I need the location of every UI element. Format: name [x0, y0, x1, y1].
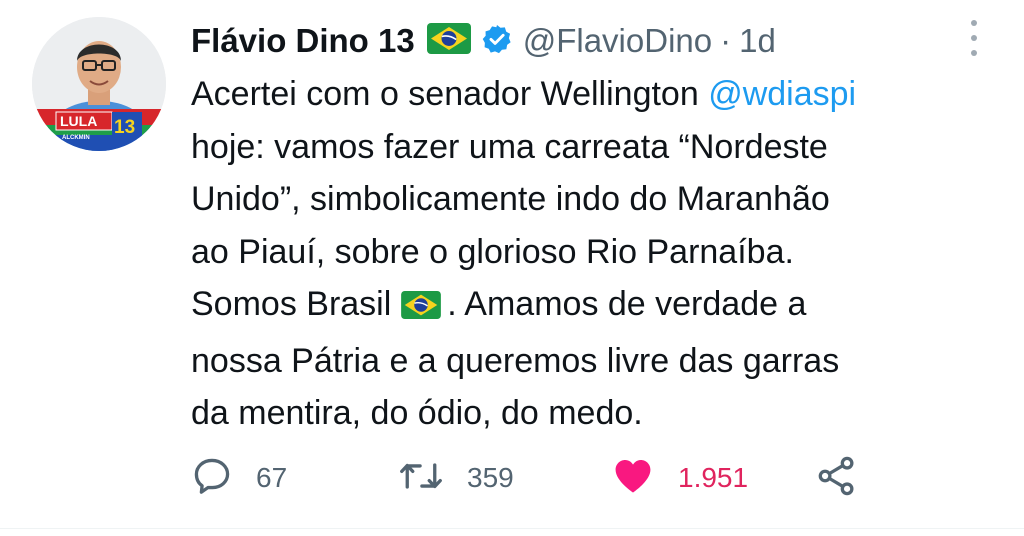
- tweet-line-text: . Amamos de verdade a: [447, 285, 807, 323]
- tweet-card[interactable]: LULA 13 ALCKMIN Flávio Dino 13 @FlavioDi…: [0, 0, 1024, 536]
- retweet-count: 359: [467, 462, 514, 493]
- share-button[interactable]: [815, 452, 859, 504]
- avatar[interactable]: LULA 13 ALCKMIN: [32, 17, 166, 151]
- brazil-flag-icon: [426, 23, 471, 59]
- reply-button[interactable]: 67: [190, 452, 287, 504]
- like-count: 1.951: [678, 462, 749, 493]
- tweet-header: Flávio Dino 13 @FlavioDino · 1d: [191, 18, 776, 64]
- retweet-icon: [397, 454, 445, 503]
- brazil-flag-icon: [401, 282, 442, 335]
- divider: [0, 528, 1024, 529]
- tweet-line: da mentira, do ódio, do medo.: [191, 394, 643, 432]
- retweet-button[interactable]: 359: [397, 452, 514, 504]
- avatar-badge-subtext: ALCKMIN: [62, 135, 90, 141]
- author-handle[interactable]: @FlavioDino: [523, 22, 712, 60]
- author-name[interactable]: Flávio Dino 13: [191, 22, 415, 60]
- separator-dot: ·: [720, 22, 732, 59]
- tweet-line: Unido”, simbolicamente indo do Maranhão: [191, 180, 830, 218]
- verified-badge-icon: [481, 23, 513, 60]
- avatar-badge-number: 13: [114, 117, 135, 138]
- share-icon: [815, 454, 859, 503]
- reply-icon: [190, 454, 234, 503]
- avatar-badge-text: LULA: [60, 113, 97, 129]
- tweet-actions: 67 359 1.951: [190, 452, 910, 504]
- mention-link[interactable]: @wdiaspi: [708, 75, 856, 113]
- tweet-line: nossa Pátria e a queremos livre das garr…: [191, 341, 840, 380]
- reply-count: 67: [256, 462, 288, 493]
- tweet-line: hoje: vamos fazer uma carreata “Nordeste: [191, 127, 828, 166]
- tweet-line: ao Piauí, sobre o glorioso Rio Parnaíba.: [191, 232, 794, 271]
- heart-icon: [610, 454, 656, 503]
- tweet-text: Acertei com o senador Wellington @wdiasp…: [191, 68, 991, 440]
- like-button[interactable]: 1.951: [610, 452, 748, 504]
- tweet-line-text: Somos Brasil: [191, 285, 392, 323]
- tweet-line-text: Acertei com o senador Wellington: [191, 75, 709, 113]
- more-options-icon[interactable]: [962, 20, 986, 56]
- tweet-line: Somos Brasil . Amamos de verdade a: [191, 278, 991, 335]
- tweet-timestamp[interactable]: 1d: [739, 22, 776, 60]
- tweet-line: Acertei com o senador Wellington @wdiasp…: [191, 68, 991, 121]
